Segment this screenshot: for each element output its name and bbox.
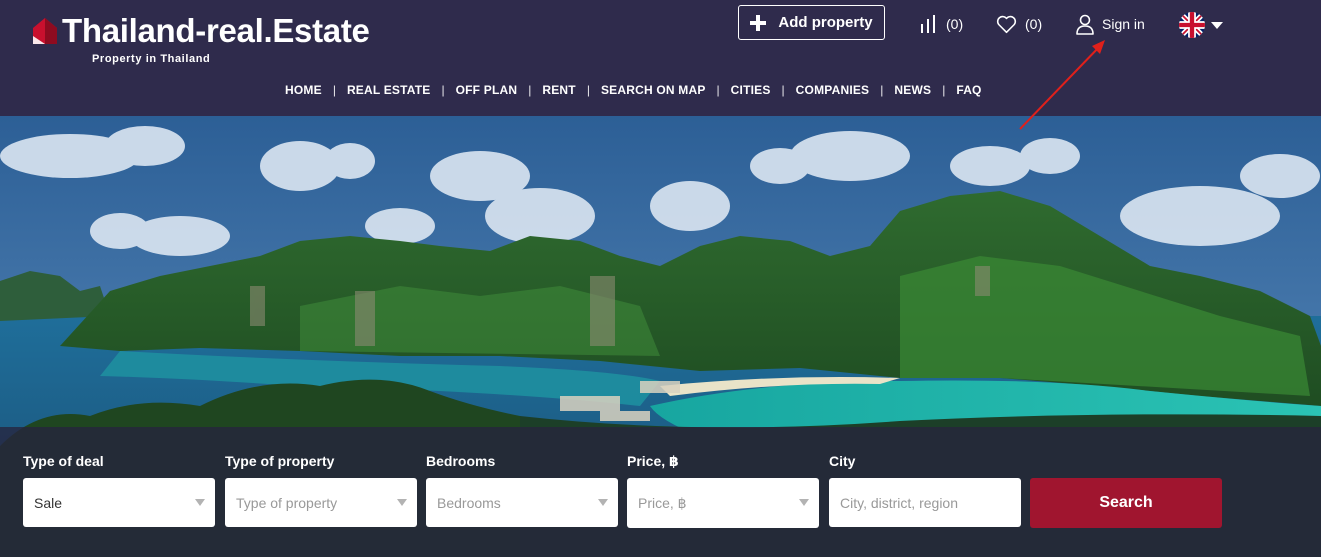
property-type-select[interactable]: Type of property bbox=[225, 478, 417, 527]
deal-type-field: Type of deal Sale bbox=[23, 453, 215, 527]
city-placeholder: City, district, region bbox=[840, 494, 958, 511]
compare-count: (0) bbox=[946, 16, 964, 32]
chevron-down-icon bbox=[397, 499, 407, 506]
nav-rent[interactable]: RENT bbox=[542, 83, 575, 97]
nav-separator: | bbox=[528, 83, 532, 97]
add-property-label: Add property bbox=[778, 14, 873, 31]
logo[interactable]: Thailand-real.Estate bbox=[32, 12, 370, 50]
city-input[interactable]: City, district, region bbox=[829, 478, 1021, 527]
search-button[interactable]: Search bbox=[1030, 478, 1222, 528]
nav-separator: | bbox=[441, 83, 445, 97]
chevron-down-icon bbox=[598, 499, 608, 506]
nav-separator: | bbox=[716, 83, 720, 97]
nav-off-plan[interactable]: OFF PLAN bbox=[456, 83, 518, 97]
property-type-placeholder: Type of property bbox=[236, 494, 338, 511]
heart-icon bbox=[996, 15, 1017, 33]
deal-type-value: Sale bbox=[34, 494, 63, 511]
deal-type-select[interactable]: Sale bbox=[23, 478, 215, 527]
bedrooms-select[interactable]: Bedrooms bbox=[426, 478, 618, 527]
property-type-field: Type of property Type of property bbox=[225, 453, 417, 527]
city-field: City City, district, region bbox=[829, 453, 1021, 527]
logo-house-icon bbox=[32, 16, 58, 46]
nav-home[interactable]: HOME bbox=[285, 83, 322, 97]
annotation-arrow-icon bbox=[1019, 40, 1105, 130]
price-placeholder: Price, ฿ bbox=[638, 494, 687, 511]
sign-in-label: Sign in bbox=[1102, 16, 1145, 32]
bedrooms-label: Bedrooms bbox=[426, 453, 496, 469]
nav-faq[interactable]: FAQ bbox=[956, 83, 981, 97]
deal-type-label: Type of deal bbox=[23, 453, 104, 469]
favorites-link[interactable]: (0) bbox=[996, 13, 1042, 35]
bedrooms-field: Bedrooms Bedrooms bbox=[426, 453, 618, 527]
nav-separator: | bbox=[332, 83, 336, 97]
chevron-down-icon bbox=[195, 499, 205, 506]
logo-subtitle: Property in Thailand bbox=[92, 53, 211, 65]
nav-separator: | bbox=[880, 83, 884, 97]
nav-cities[interactable]: CITIES bbox=[731, 83, 771, 97]
compare-bars-icon bbox=[921, 15, 935, 33]
nav-separator: | bbox=[781, 83, 785, 97]
nav-separator: | bbox=[942, 83, 946, 97]
nav-real-estate[interactable]: REAL ESTATE bbox=[347, 83, 431, 97]
language-selector[interactable] bbox=[1179, 12, 1223, 38]
search-button-label: Search bbox=[1099, 494, 1153, 511]
nav-news[interactable]: NEWS bbox=[894, 83, 931, 97]
sign-in-link[interactable]: Sign in bbox=[1076, 13, 1145, 35]
main-nav: HOME | REAL ESTATE | OFF PLAN | RENT | S… bbox=[285, 83, 982, 97]
favorites-count: (0) bbox=[1025, 16, 1043, 32]
logo-title: Thailand-real.Estate bbox=[62, 12, 370, 49]
chevron-down-icon bbox=[799, 499, 809, 506]
price-field: Price, ฿ Price, ฿ bbox=[627, 453, 819, 528]
user-icon bbox=[1076, 14, 1094, 35]
price-label: Price, ฿ bbox=[627, 453, 679, 469]
nav-companies[interactable]: COMPANIES bbox=[796, 83, 870, 97]
nav-search-on-map[interactable]: SEARCH ON MAP bbox=[601, 83, 706, 97]
site-header: Thailand-real.Estate Property in Thailan… bbox=[0, 0, 1321, 116]
nav-separator: | bbox=[586, 83, 590, 97]
property-type-label: Type of property bbox=[225, 453, 335, 469]
bedrooms-placeholder: Bedrooms bbox=[437, 494, 501, 511]
compare-link[interactable]: (0) bbox=[920, 13, 963, 35]
uk-flag-icon bbox=[1179, 12, 1205, 38]
search-panel: Type of deal Sale Type of property Type … bbox=[0, 427, 1321, 557]
price-select[interactable]: Price, ฿ bbox=[627, 478, 819, 528]
add-property-button[interactable]: Add property bbox=[738, 5, 885, 40]
chevron-down-icon bbox=[1211, 21, 1223, 29]
city-label: City bbox=[829, 453, 856, 469]
plus-icon bbox=[750, 14, 767, 31]
